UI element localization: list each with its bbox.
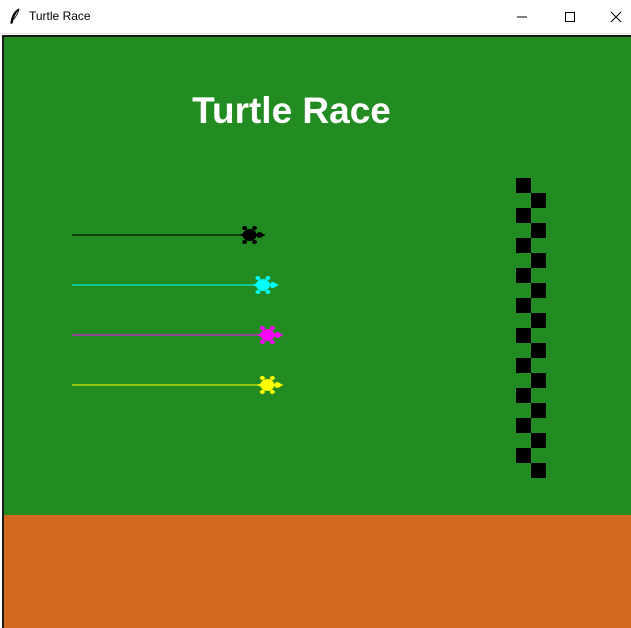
finish-line-square	[531, 343, 546, 358]
close-button[interactable]	[593, 0, 631, 33]
finish-line-square	[531, 463, 546, 478]
finish-line-square	[516, 418, 531, 433]
turtle-black	[238, 226, 266, 244]
maximize-button[interactable]	[547, 0, 593, 33]
turtle-magenta	[256, 326, 284, 344]
finish-line-square	[531, 373, 546, 388]
finish-line-square	[516, 448, 531, 463]
close-icon	[610, 11, 622, 22]
finish-line-square	[516, 358, 531, 373]
race-scene	[72, 178, 546, 478]
finish-line-square	[531, 433, 546, 448]
minimize-icon	[517, 16, 527, 17]
minimize-button[interactable]	[499, 0, 545, 33]
title-bar[interactable]: Turtle Race	[0, 0, 631, 34]
maximize-icon	[565, 11, 575, 22]
app-window: Turtle Race Turtle Race	[0, 0, 631, 628]
finish-line-square	[531, 313, 546, 328]
finish-line-square	[516, 298, 531, 313]
finish-line-square	[531, 283, 546, 298]
finish-line-square	[516, 268, 531, 283]
feather-icon	[10, 8, 20, 24]
finish-line-square	[516, 238, 531, 253]
turtle-canvas[interactable]: Turtle Race	[2, 35, 631, 628]
finish-line-square	[516, 328, 531, 343]
finish-line-square	[516, 178, 531, 193]
window-title: Turtle Race	[29, 9, 91, 23]
finish-line-square	[531, 253, 546, 268]
finish-line-square	[516, 208, 531, 223]
finish-line-square	[531, 193, 546, 208]
turtle-cyan	[251, 276, 279, 294]
finish-line-square	[531, 223, 546, 238]
turtle-yellow	[256, 376, 284, 394]
finish-line-square	[531, 403, 546, 418]
finish-line-square	[516, 388, 531, 403]
